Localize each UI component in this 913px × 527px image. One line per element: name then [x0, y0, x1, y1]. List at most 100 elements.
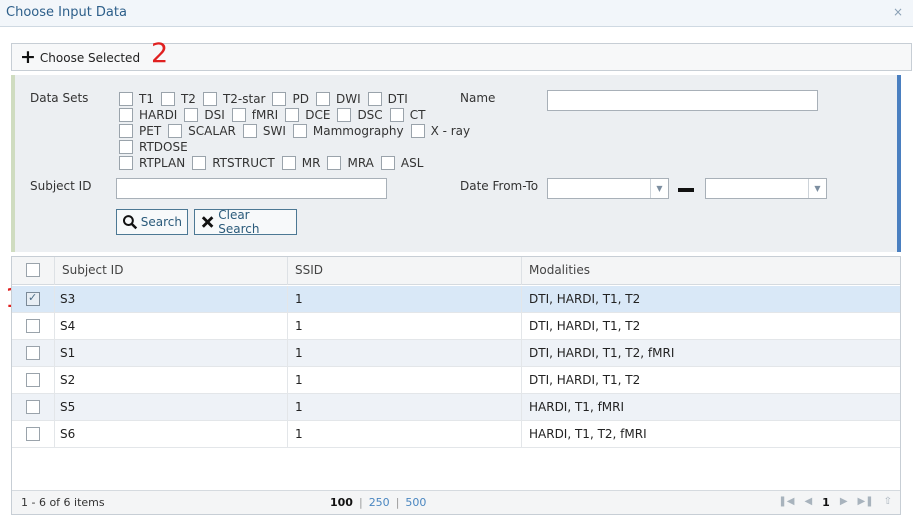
row-checkbox[interactable] [26, 373, 40, 387]
name-input[interactable] [547, 90, 818, 111]
data-set-checkbox[interactable] [380, 156, 395, 170]
column-header-modalities[interactable]: Modalities [529, 263, 590, 277]
subject-id-input[interactable] [116, 178, 387, 199]
table-row[interactable]: S1 1 DTI, HARDI, T1, T2, fMRI [12, 340, 900, 367]
data-set-label: MR [301, 156, 321, 170]
data-set-checkbox[interactable] [119, 140, 133, 154]
data-set-label: X - ray [430, 124, 471, 138]
clear-search-label: Clear Search [218, 208, 260, 236]
data-set-checkbox[interactable] [184, 108, 199, 122]
next-page-icon[interactable]: ▶ [840, 496, 848, 509]
data-set-label: DTI [387, 92, 408, 106]
data-set-checkbox[interactable] [285, 108, 300, 122]
date-from-picker[interactable]: ▼ [547, 178, 669, 199]
column-header-ssid[interactable]: SSID [295, 263, 323, 277]
data-set-option[interactable]: RTDOSE [119, 140, 195, 154]
data-set-checkbox[interactable] [231, 108, 246, 122]
date-to-picker[interactable]: ▼ [705, 178, 827, 199]
pager-info: 1 - 6 of 6 items [21, 496, 105, 509]
data-set-option[interactable]: T2 [160, 92, 203, 106]
table-row[interactable]: S5 1 HARDI, T1, fMRI [12, 394, 900, 421]
subject-id-cell: S1 [60, 346, 76, 360]
cell-separator [287, 313, 288, 340]
data-set-option[interactable]: CT [389, 108, 433, 122]
choose-selected-button[interactable]: + Choose Selected [20, 48, 141, 67]
data-set-checkbox[interactable] [119, 124, 133, 138]
data-set-option[interactable]: DCE [285, 108, 337, 122]
data-set-checkbox[interactable] [242, 124, 257, 138]
row-checkbox[interactable] [26, 427, 40, 441]
data-set-option[interactable]: RTPLAN [119, 156, 192, 170]
data-set-checkbox[interactable] [281, 156, 296, 170]
data-sets-label: Data Sets [30, 91, 89, 105]
choose-selected-label: Choose Selected [39, 51, 141, 65]
close-icon[interactable]: × [893, 5, 903, 19]
row-checkbox[interactable] [26, 400, 40, 414]
data-set-label: DWI [335, 92, 361, 106]
subject-id-label: Subject ID [30, 179, 92, 193]
page-size-option[interactable]: 100 [330, 496, 353, 509]
row-checkbox[interactable] [26, 291, 40, 306]
chevron-down-icon[interactable]: ▼ [808, 179, 826, 198]
data-set-checkbox[interactable] [367, 92, 382, 106]
data-set-option[interactable]: SWI [242, 124, 293, 138]
data-set-checkbox[interactable] [327, 156, 342, 170]
data-set-option[interactable]: MR [281, 156, 328, 170]
table-row[interactable]: S3 1 DTI, HARDI, T1, T2 [12, 286, 900, 313]
data-set-option[interactable]: fMRI [231, 108, 285, 122]
data-set-option[interactable]: SCALAR [168, 124, 243, 138]
data-set-checkbox[interactable] [389, 108, 404, 122]
data-set-checkbox[interactable] [292, 124, 307, 138]
data-set-checkbox[interactable] [119, 108, 133, 122]
column-header-subject-id[interactable]: Subject ID [62, 263, 123, 277]
data-set-option[interactable]: DTI [367, 92, 415, 106]
data-set-checkbox[interactable] [410, 124, 425, 138]
table-row[interactable]: S4 1 DTI, HARDI, T1, T2 [12, 313, 900, 340]
data-set-checkbox[interactable] [272, 92, 287, 106]
data-set-option[interactable]: RTSTRUCT [192, 156, 282, 170]
data-set-option[interactable]: DSC [337, 108, 389, 122]
prev-page-icon[interactable]: ◀ [804, 496, 812, 509]
last-page-icon[interactable]: ▶❚ [858, 496, 874, 509]
chevron-down-icon[interactable]: ▼ [650, 179, 668, 198]
data-set-option[interactable]: Mammography [292, 124, 411, 138]
cell-separator [287, 367, 288, 394]
data-set-option[interactable]: X - ray [410, 124, 478, 138]
clear-search-button[interactable]: Clear Search [194, 208, 297, 236]
page-size-separator: | [358, 496, 363, 509]
data-set-option[interactable]: PET [119, 124, 168, 138]
row-checkbox[interactable] [26, 346, 40, 360]
data-set-checkbox[interactable] [315, 92, 330, 106]
subject-id-cell: S2 [60, 373, 76, 387]
data-set-option[interactable]: DWI [315, 92, 368, 106]
data-sets-row: HARDI DSI fMRI DCE DSC CT [119, 108, 432, 122]
first-page-icon[interactable]: ❚◀ [778, 496, 794, 509]
scroll-top-icon[interactable]: ⇧ [884, 496, 892, 509]
name-label: Name [460, 91, 496, 105]
data-set-option[interactable]: DSI [184, 108, 231, 122]
data-set-checkbox[interactable] [337, 108, 352, 122]
subject-id-cell: S6 [60, 427, 76, 441]
current-page[interactable]: 1 [822, 496, 830, 509]
search-button[interactable]: Search [116, 209, 188, 235]
table-row[interactable]: S6 1 HARDI, T1, T2, fMRI [12, 421, 900, 448]
data-set-checkbox[interactable] [192, 156, 207, 170]
data-set-option[interactable]: MRA [327, 156, 380, 170]
modalities-cell: HARDI, T1, fMRI [529, 400, 625, 414]
data-set-option[interactable]: T1 [119, 92, 161, 106]
select-all-checkbox[interactable] [26, 263, 40, 277]
data-set-option[interactable]: T2-star [202, 92, 273, 106]
row-checkbox[interactable] [26, 319, 40, 333]
data-set-option[interactable]: ASL [380, 156, 431, 170]
data-set-label: SCALAR [188, 124, 236, 138]
table-row[interactable]: S2 1 DTI, HARDI, T1, T2 [12, 367, 900, 394]
data-set-option[interactable]: HARDI [119, 108, 184, 122]
data-set-checkbox[interactable] [202, 92, 217, 106]
page-size-option[interactable]: 250 [369, 496, 390, 509]
data-set-checkbox[interactable] [119, 92, 133, 106]
data-set-checkbox[interactable] [119, 156, 133, 170]
page-size-option[interactable]: 500 [405, 496, 426, 509]
data-set-checkbox[interactable] [160, 92, 175, 106]
data-set-checkbox[interactable] [168, 124, 183, 138]
data-set-option[interactable]: PD [272, 92, 315, 106]
